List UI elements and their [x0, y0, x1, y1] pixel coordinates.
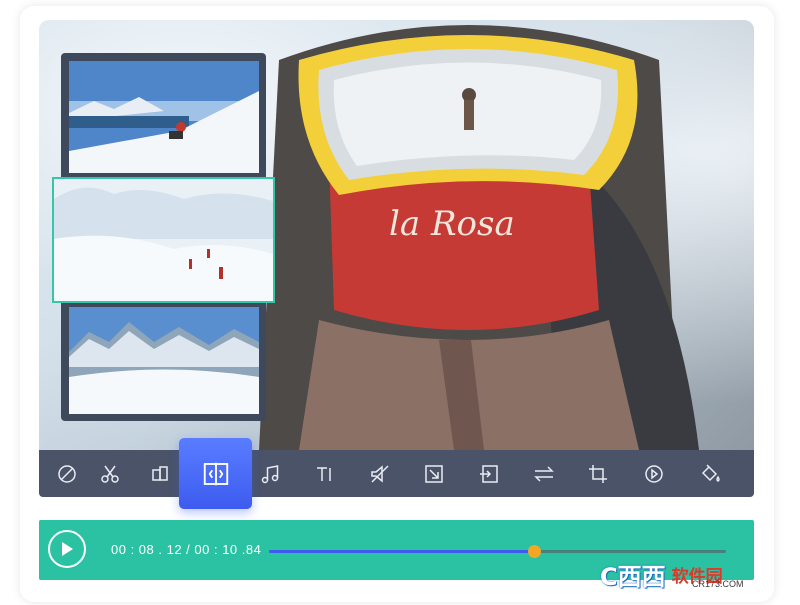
- time-separator: /: [182, 542, 195, 557]
- clip-thumbnail-3[interactable]: [69, 307, 259, 414]
- play-icon: [62, 542, 73, 556]
- mountain-lake-image: [69, 61, 259, 173]
- reverse-tool-icon[interactable]: [516, 450, 571, 497]
- snowy-peaks-image: [69, 307, 259, 414]
- mirror-tool-icon: [203, 462, 228, 485]
- fill-tool-icon[interactable]: [682, 450, 737, 497]
- cut-tool-icon[interactable]: [82, 450, 137, 497]
- progress-knob[interactable]: [528, 545, 542, 558]
- watermark-logo: C西西: [600, 562, 666, 591]
- svg-text:la Rosa: la Rosa: [389, 204, 515, 244]
- resize-tool-icon[interactable]: [406, 450, 461, 497]
- text-tool-icon[interactable]: [297, 450, 352, 497]
- edit-toolbar: [39, 450, 754, 497]
- crop-tool-icon[interactable]: [570, 450, 625, 497]
- clip-thumbnail-1[interactable]: [69, 61, 259, 173]
- progress-fill: [269, 550, 535, 553]
- current-time: 00 : 08 . 12: [111, 542, 183, 557]
- total-time: 00 : 10 .84: [194, 542, 262, 557]
- mute-tool-icon[interactable]: [352, 450, 407, 497]
- skier-portrait-image: la Rosa: [259, 25, 699, 450]
- speed-tool-icon[interactable]: [626, 450, 681, 497]
- watermark-sub: CR173.COM: [692, 579, 744, 589]
- time-readout: 00 : 08 . 12 / 00 : 10 .84: [111, 542, 261, 557]
- play-button[interactable]: [48, 530, 86, 568]
- snow-field-image: [54, 179, 273, 301]
- export-tool-icon[interactable]: [461, 450, 516, 497]
- watermark: C西西 软件园 CR173.COM: [600, 552, 790, 596]
- clip-thumbnail-2-selected[interactable]: [52, 177, 275, 303]
- mirror-tool-button-active[interactable]: [179, 438, 252, 509]
